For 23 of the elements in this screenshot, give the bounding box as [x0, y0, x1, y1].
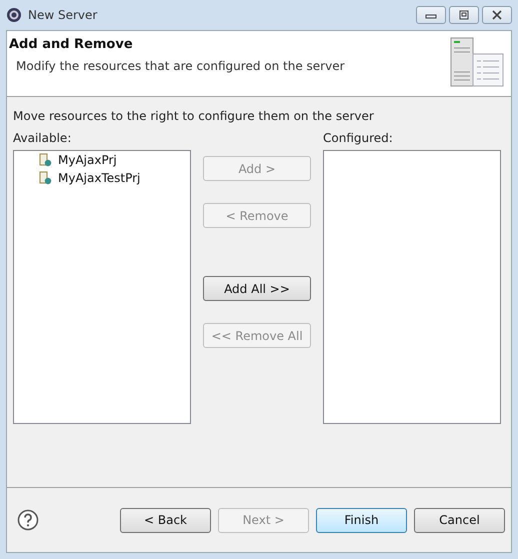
- window-title: New Server: [28, 8, 98, 22]
- app-icon: [6, 7, 22, 23]
- page-title: Add and Remove: [9, 37, 134, 52]
- page-description: Modify the resources that are configured on the server: [16, 59, 346, 73]
- project-item[interactable]: MyAjaxPrj: [58, 153, 117, 167]
- help-icon[interactable]: [17, 509, 39, 531]
- close-icon: [491, 10, 503, 20]
- wizard-button[interactable]: < Back: [120, 508, 211, 532]
- project-icon: [38, 153, 52, 167]
- available-list[interactable]: MyAjaxPrj MyAjaxTestPrj: [13, 150, 191, 424]
- wizard-button[interactable]: Cancel: [414, 508, 505, 532]
- instruction-text: Move resources to the right to configure them on the server: [13, 109, 375, 123]
- move-button[interactable]: Add All >>: [203, 276, 311, 301]
- minimize-button[interactable]: [416, 6, 446, 24]
- project-icon: [38, 171, 52, 185]
- maximize-icon: [458, 10, 470, 20]
- server-icon: [449, 36, 505, 88]
- available-label: Available:: [13, 131, 72, 147]
- project-item[interactable]: MyAjaxTestPrj: [58, 171, 140, 185]
- close-button[interactable]: [482, 6, 512, 24]
- wizard-button[interactable]: Finish: [316, 508, 407, 532]
- configured-label: Configured:: [323, 131, 394, 147]
- maximize-button[interactable]: [449, 6, 479, 24]
